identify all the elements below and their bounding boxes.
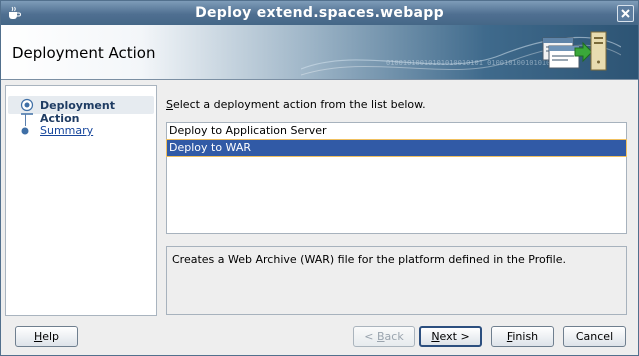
finish-label: inish — [512, 330, 539, 343]
finish-button[interactable]: Finish — [491, 326, 554, 347]
back-arrow: < — [364, 330, 377, 343]
close-icon — [621, 9, 630, 18]
action-description-panel: Creates a Web Archive (WAR) file for the… — [166, 246, 627, 315]
step-label[interactable]: Summary — [40, 124, 93, 137]
wizard-steps: Deployment Action Summary — [5, 85, 157, 316]
next-button[interactable]: Next > — [419, 326, 482, 347]
list-item-deploy-to-application-server[interactable]: Deploy to Application Server — [167, 123, 626, 139]
next-label: ext > — [439, 330, 470, 343]
help-label: elp — [42, 330, 60, 343]
next-mnemonic: N — [431, 330, 440, 343]
back-button[interactable]: < Back — [353, 326, 415, 347]
pending-step-icon — [21, 127, 29, 135]
binary-pattern: 01001010010101010010101 0100101001010101 — [386, 59, 555, 67]
back-label: ack — [384, 330, 404, 343]
list-item-deploy-to-war[interactable]: Deploy to WAR — [166, 139, 627, 157]
deploy-dialog: Deploy extend.spaces.webapp Deployment A… — [0, 0, 639, 356]
window-title: Deploy extend.spaces.webapp — [195, 5, 444, 21]
step-summary[interactable]: Summary — [6, 122, 152, 140]
instruction-mnemonic: S — [166, 98, 173, 111]
cancel-button[interactable]: Cancel — [563, 326, 626, 347]
deploy-wizard-icon — [542, 31, 607, 71]
step-deployment-action[interactable]: Deployment Action — [8, 96, 154, 125]
title-bar[interactable]: Deploy extend.spaces.webapp — [1, 1, 638, 25]
close-button[interactable] — [617, 5, 634, 22]
help-button[interactable]: Help — [15, 326, 78, 347]
help-mnemonic: H — [33, 330, 43, 343]
current-step-icon — [20, 98, 34, 115]
deployment-action-list[interactable]: Deploy to Application Server Deploy to W… — [166, 122, 627, 234]
page-title: Deployment Action — [12, 44, 156, 62]
instruction-rest: elect a deployment action from the list … — [172, 98, 426, 111]
back-mnemonic: B — [377, 330, 385, 343]
page-header: Deployment Action 0100101001010101001010… — [1, 25, 638, 80]
action-description: Creates a Web Archive (WAR) file for the… — [172, 253, 566, 266]
instruction-text: Select a deployment action from the list… — [166, 98, 426, 111]
